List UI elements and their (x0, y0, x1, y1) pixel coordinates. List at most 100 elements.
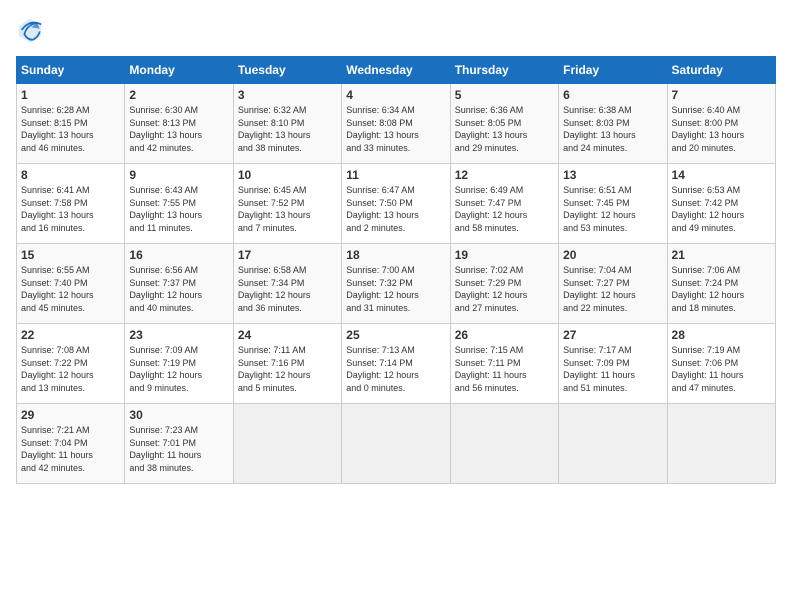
cell-details: Sunrise: 6:40 AMSunset: 8:00 PMDaylight:… (672, 104, 771, 154)
col-header-saturday: Saturday (667, 57, 775, 84)
calendar-cell: 11 Sunrise: 6:47 AMSunset: 7:50 PMDayligh… (342, 164, 450, 244)
calendar-cell: 30 Sunrise: 7:23 AMSunset: 7:01 PMDayligh… (125, 404, 233, 484)
day-number: 1 (21, 88, 120, 102)
cell-details: Sunrise: 6:36 AMSunset: 8:05 PMDaylight:… (455, 104, 554, 154)
page-header (16, 16, 776, 44)
calendar-cell (450, 404, 558, 484)
cell-details: Sunrise: 6:45 AMSunset: 7:52 PMDaylight:… (238, 184, 337, 234)
cell-details: Sunrise: 7:06 AMSunset: 7:24 PMDaylight:… (672, 264, 771, 314)
calendar-cell: 19 Sunrise: 7:02 AMSunset: 7:29 PMDayligh… (450, 244, 558, 324)
day-number: 7 (672, 88, 771, 102)
day-number: 15 (21, 248, 120, 262)
day-number: 2 (129, 88, 228, 102)
cell-details: Sunrise: 6:56 AMSunset: 7:37 PMDaylight:… (129, 264, 228, 314)
cell-details: Sunrise: 7:08 AMSunset: 7:22 PMDaylight:… (21, 344, 120, 394)
cell-details: Sunrise: 6:51 AMSunset: 7:45 PMDaylight:… (563, 184, 662, 234)
col-header-wednesday: Wednesday (342, 57, 450, 84)
cell-details: Sunrise: 6:30 AMSunset: 8:13 PMDaylight:… (129, 104, 228, 154)
cell-details: Sunrise: 6:41 AMSunset: 7:58 PMDaylight:… (21, 184, 120, 234)
day-number: 3 (238, 88, 337, 102)
cell-details: Sunrise: 6:28 AMSunset: 8:15 PMDaylight:… (21, 104, 120, 154)
day-number: 6 (563, 88, 662, 102)
cell-details: Sunrise: 6:55 AMSunset: 7:40 PMDaylight:… (21, 264, 120, 314)
cell-details: Sunrise: 6:58 AMSunset: 7:34 PMDaylight:… (238, 264, 337, 314)
calendar-cell: 1 Sunrise: 6:28 AMSunset: 8:15 PMDaylight… (17, 84, 125, 164)
day-number: 25 (346, 328, 445, 342)
day-number: 22 (21, 328, 120, 342)
cell-details: Sunrise: 7:15 AMSunset: 7:11 PMDaylight:… (455, 344, 554, 394)
day-number: 20 (563, 248, 662, 262)
cell-details: Sunrise: 7:13 AMSunset: 7:14 PMDaylight:… (346, 344, 445, 394)
calendar-cell: 2 Sunrise: 6:30 AMSunset: 8:13 PMDaylight… (125, 84, 233, 164)
day-number: 27 (563, 328, 662, 342)
calendar-table: SundayMondayTuesdayWednesdayThursdayFrid… (16, 56, 776, 484)
calendar-cell: 28Sunrise: 7:19 AMSunset: 7:06 PMDayligh… (667, 324, 775, 404)
calendar-cell: 14 Sunrise: 6:53 AMSunset: 7:42 PMDayligh… (667, 164, 775, 244)
calendar-cell (559, 404, 667, 484)
day-number: 30 (129, 408, 228, 422)
cell-details: Sunrise: 7:04 AMSunset: 7:27 PMDaylight:… (563, 264, 662, 314)
calendar-cell: 18 Sunrise: 7:00 AMSunset: 7:32 PMDayligh… (342, 244, 450, 324)
col-header-thursday: Thursday (450, 57, 558, 84)
calendar-cell: 3 Sunrise: 6:32 AMSunset: 8:10 PMDaylight… (233, 84, 341, 164)
day-number: 12 (455, 168, 554, 182)
calendar-cell: 16 Sunrise: 6:56 AMSunset: 7:37 PMDayligh… (125, 244, 233, 324)
col-header-tuesday: Tuesday (233, 57, 341, 84)
cell-details: Sunrise: 6:53 AMSunset: 7:42 PMDaylight:… (672, 184, 771, 234)
calendar-cell (233, 404, 341, 484)
day-number: 21 (672, 248, 771, 262)
cell-details: Sunrise: 7:09 AMSunset: 7:19 PMDaylight:… (129, 344, 228, 394)
day-number: 14 (672, 168, 771, 182)
cell-details: Sunrise: 6:32 AMSunset: 8:10 PMDaylight:… (238, 104, 337, 154)
day-number: 5 (455, 88, 554, 102)
day-number: 16 (129, 248, 228, 262)
calendar-cell: 24Sunrise: 7:11 AMSunset: 7:16 PMDayligh… (233, 324, 341, 404)
calendar-cell: 4Sunrise: 6:34 AMSunset: 8:08 PMDaylight… (342, 84, 450, 164)
calendar-cell: 9 Sunrise: 6:43 AMSunset: 7:55 PMDaylight… (125, 164, 233, 244)
calendar-cell: 12 Sunrise: 6:49 AMSunset: 7:47 PMDayligh… (450, 164, 558, 244)
calendar-cell (342, 404, 450, 484)
cell-details: Sunrise: 6:49 AMSunset: 7:47 PMDaylight:… (455, 184, 554, 234)
day-number: 10 (238, 168, 337, 182)
day-number: 18 (346, 248, 445, 262)
cell-details: Sunrise: 7:19 AMSunset: 7:06 PMDaylight:… (672, 344, 771, 394)
calendar-cell: 21 Sunrise: 7:06 AMSunset: 7:24 PMDayligh… (667, 244, 775, 324)
calendar-cell: 7 Sunrise: 6:40 AMSunset: 8:00 PMDaylight… (667, 84, 775, 164)
day-number: 17 (238, 248, 337, 262)
day-number: 23 (129, 328, 228, 342)
day-number: 29 (21, 408, 120, 422)
cell-details: Sunrise: 7:17 AMSunset: 7:09 PMDaylight:… (563, 344, 662, 394)
calendar-cell: 29 Sunrise: 7:21 AMSunset: 7:04 PMDayligh… (17, 404, 125, 484)
calendar-cell: 26 Sunrise: 7:15 AMSunset: 7:11 PMDayligh… (450, 324, 558, 404)
cell-details: Sunrise: 7:02 AMSunset: 7:29 PMDaylight:… (455, 264, 554, 314)
calendar-cell: 10 Sunrise: 6:45 AMSunset: 7:52 PMDayligh… (233, 164, 341, 244)
day-number: 11 (346, 168, 445, 182)
day-number: 26 (455, 328, 554, 342)
logo (16, 16, 48, 44)
calendar-cell: 15 Sunrise: 6:55 AMSunset: 7:40 PMDayligh… (17, 244, 125, 324)
cell-details: Sunrise: 6:47 AMSunset: 7:50 PMDaylight:… (346, 184, 445, 234)
cell-details: Sunrise: 7:23 AMSunset: 7:01 PMDaylight:… (129, 424, 228, 474)
calendar-cell: 6Sunrise: 6:38 AMSunset: 8:03 PMDaylight… (559, 84, 667, 164)
calendar-cell: 5 Sunrise: 6:36 AMSunset: 8:05 PMDaylight… (450, 84, 558, 164)
logo-icon (16, 16, 44, 44)
col-header-sunday: Sunday (17, 57, 125, 84)
day-number: 8 (21, 168, 120, 182)
calendar-cell: 8 Sunrise: 6:41 AMSunset: 7:58 PMDaylight… (17, 164, 125, 244)
calendar-cell: 25 Sunrise: 7:13 AMSunset: 7:14 PMDayligh… (342, 324, 450, 404)
cell-details: Sunrise: 7:21 AMSunset: 7:04 PMDaylight:… (21, 424, 120, 474)
calendar-cell (667, 404, 775, 484)
col-header-friday: Friday (559, 57, 667, 84)
day-number: 24 (238, 328, 337, 342)
calendar-cell: 17 Sunrise: 6:58 AMSunset: 7:34 PMDayligh… (233, 244, 341, 324)
calendar-cell: 23 Sunrise: 7:09 AMSunset: 7:19 PMDayligh… (125, 324, 233, 404)
cell-details: Sunrise: 7:00 AMSunset: 7:32 PMDaylight:… (346, 264, 445, 314)
cell-details: Sunrise: 6:34 AMSunset: 8:08 PMDaylight:… (346, 104, 445, 154)
cell-details: Sunrise: 6:43 AMSunset: 7:55 PMDaylight:… (129, 184, 228, 234)
day-number: 19 (455, 248, 554, 262)
calendar-cell: 13Sunrise: 6:51 AMSunset: 7:45 PMDayligh… (559, 164, 667, 244)
calendar-cell: 20 Sunrise: 7:04 AMSunset: 7:27 PMDayligh… (559, 244, 667, 324)
calendar-cell: 22 Sunrise: 7:08 AMSunset: 7:22 PMDayligh… (17, 324, 125, 404)
day-number: 9 (129, 168, 228, 182)
calendar-cell: 27 Sunrise: 7:17 AMSunset: 7:09 PMDayligh… (559, 324, 667, 404)
